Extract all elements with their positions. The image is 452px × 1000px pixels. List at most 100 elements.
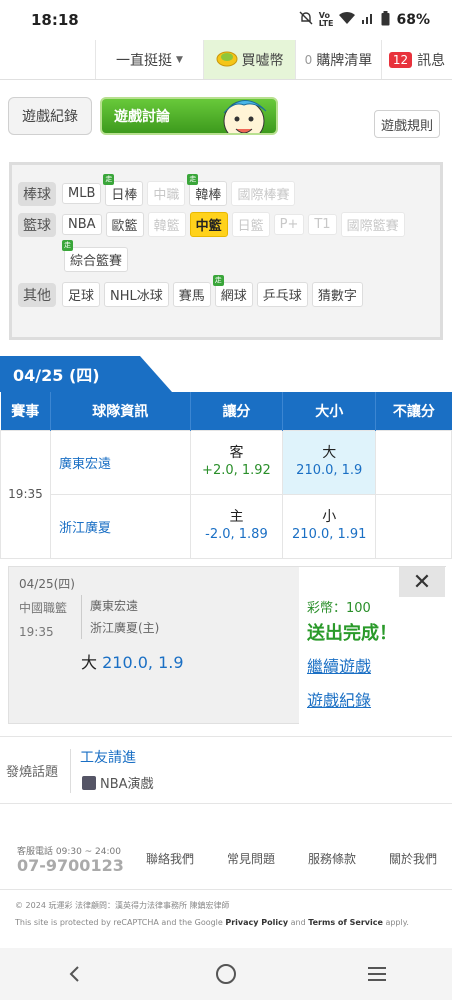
filter-row-baseball: 棒球 MLB 走日棒 中職 走韓棒 國際棒賽 — [18, 174, 434, 206]
privacy-link[interactable]: Privacy Policy — [225, 918, 288, 927]
coin-icon — [216, 49, 238, 71]
table-row: 19:35 廣東宏遠 客 +2.0, 1.92 大 210.0, 1.9 — [0, 429, 452, 559]
recents-icon[interactable] — [357, 954, 397, 994]
coins-label: 彩幣：100 — [307, 601, 371, 616]
walk-badge-icon: 走 — [187, 174, 199, 185]
filter-head-basketball: 籃球 — [18, 212, 56, 237]
walk-badge-icon: 走 — [103, 174, 115, 185]
col-spread: 讓分 — [190, 392, 284, 430]
filter-p-plus[interactable]: P+ — [273, 214, 305, 235]
team-away: 廣東宏遠 — [49, 429, 191, 495]
hot-topic-sub[interactable]: NBA演戲 — [82, 773, 154, 792]
filter-t1[interactable]: T1 — [308, 214, 337, 235]
panel-date: 04/25(四) — [19, 577, 75, 591]
panel-bet: 大 210.0, 1.9 — [81, 653, 184, 672]
battery-icon — [381, 10, 390, 30]
moneyline-home-cell[interactable] — [375, 493, 452, 559]
filter-tennis[interactable]: 走網球 — [212, 275, 253, 307]
footer: 客服電話 09:30 ~ 24:00 07-9700123 聯絡我們 常見問題 … — [0, 838, 452, 890]
panel-teams: 廣東宏遠 浙江廣夏(主) — [81, 595, 159, 639]
service-phone[interactable]: 07-9700123 — [17, 856, 124, 875]
filter-nba[interactable]: NBA — [62, 214, 102, 235]
game-discussion-button[interactable]: 遊戲討論 — [100, 97, 278, 135]
date-tab[interactable]: 04/25 (四) — [0, 356, 172, 392]
volte-icon: Vo LTE — [318, 11, 334, 28]
home-icon[interactable] — [206, 954, 246, 994]
date-bar: 04/25 (四) — [0, 356, 452, 392]
tos-link[interactable]: Terms of Service — [308, 918, 383, 927]
game-toolbar: 遊戲紀錄 遊戲討論 遊戲規則 — [0, 80, 452, 158]
recaptcha-notice: This site is protected by reCAPTCHA and … — [15, 918, 409, 927]
game-rules-button[interactable]: 遊戲規則 — [374, 110, 440, 138]
filter-mlb[interactable]: MLB — [62, 183, 102, 204]
signal-icon — [361, 11, 375, 29]
thumbnail-icon — [82, 775, 96, 790]
filter-kbl[interactable]: 韓籃 — [147, 212, 186, 237]
submit-done-text: 送出完成！ — [307, 623, 397, 644]
continue-game-link[interactable]: 繼續遊戲 — [307, 653, 371, 677]
moneyline-away-cell[interactable] — [375, 429, 452, 495]
top-nav: 一直挺挺 ▼ 買嘘幣 0 購牌清單 12 訊息 — [0, 40, 452, 80]
filter-number-guess[interactable]: 猜數字 — [311, 282, 363, 307]
caret-down-icon: ▼ — [176, 54, 183, 65]
filter-nhl[interactable]: NHL冰球 — [104, 282, 169, 307]
filter-row-other: 其他 足球 NHL冰球 賽馬 走網球 乒乓球 猜數字 — [18, 275, 434, 307]
hot-topics: 發燒話題 工友請進 NBA演戲 — [0, 736, 452, 804]
filter-horse[interactable]: 賽馬 — [172, 282, 211, 307]
filter-intl-baseball[interactable]: 國際棒賽 — [231, 181, 296, 206]
copyright: © 2024 玩運彩 法律顧問：漢英得力法律事務所 陳鎮宏律師 — [15, 901, 230, 910]
mute-icon — [299, 11, 313, 29]
bet-list-button[interactable]: 0 購牌清單 — [296, 40, 382, 79]
team-home: 浙江廣夏 — [49, 493, 191, 559]
about-link[interactable]: 關於我們 — [389, 850, 437, 867]
over-cell[interactable]: 大 210.0, 1.9 — [282, 429, 377, 495]
buy-coins-button[interactable]: 買嘘幣 — [204, 40, 296, 79]
spread-home-cell[interactable]: 主 -2.0, 1.89 — [189, 493, 284, 559]
col-moneyline: 不讓分 — [375, 392, 452, 430]
status-bar: 18:18 Vo LTE 68% — [0, 0, 452, 40]
filter-head-other: 其他 — [18, 282, 56, 307]
faq-link[interactable]: 常見問題 — [227, 850, 275, 867]
battery-level: 68% — [396, 12, 430, 28]
filter-table-tennis[interactable]: 乒乓球 — [256, 282, 308, 307]
hot-topics-label: 發燒話題 — [6, 765, 59, 780]
game-record-link[interactable]: 遊戲紀錄 — [307, 687, 371, 711]
message-count-badge: 12 — [388, 51, 413, 68]
match-time: 19:35 — [0, 429, 51, 559]
filter-npb[interactable]: 走日棒 — [103, 174, 144, 206]
walk-badge-icon: 走 — [62, 240, 73, 251]
filter-euro[interactable]: 歐籃 — [105, 212, 144, 237]
odds-table: 賽事 球隊資訊 讓分 大小 不讓分 19:35 廣東宏遠 客 +2.0, 1.92… — [0, 392, 452, 559]
filter-mixed-basketball[interactable]: 走綜合籃賽 — [62, 240, 129, 272]
contact-link[interactable]: 聯絡我們 — [146, 850, 194, 867]
filter-jbl[interactable]: 日籃 — [231, 212, 270, 237]
filter-head-baseball: 棒球 — [18, 181, 56, 206]
filter-kbo[interactable]: 走韓棒 — [187, 174, 228, 206]
filter-row-basketball: 籃球 NBA 歐籃 韓籃 中籃 日籃 P+ T1 國際籃賽 — [18, 212, 434, 237]
filter-cba[interactable]: 中籃 — [189, 212, 228, 237]
col-over-under: 大小 — [282, 392, 377, 430]
hot-topic-link[interactable]: 工友請進 — [80, 747, 136, 767]
panel-time: 19:35 — [19, 625, 54, 639]
filter-soccer[interactable]: 足球 — [62, 282, 101, 307]
league-filter: 棒球 MLB 走日棒 中職 走韓棒 國際棒賽 籃球 NBA 歐籃 韓籃 中籃 日… — [9, 162, 443, 340]
user-menu[interactable]: 一直挺挺 ▼ — [96, 40, 204, 79]
terms-link[interactable]: 服務條款 — [308, 850, 356, 867]
clock: 18:18 — [31, 11, 79, 29]
game-record-button[interactable]: 遊戲紀錄 — [8, 97, 92, 135]
table-header: 賽事 球隊資訊 讓分 大小 不讓分 — [0, 392, 452, 430]
close-icon[interactable]: ✕ — [399, 567, 445, 597]
walk-badge-icon: 走 — [212, 275, 224, 286]
messages-button[interactable]: 12 訊息 — [382, 40, 452, 79]
mascot-icon — [214, 99, 272, 133]
bet-confirm-panel: 04/25(四) 中國職籃 19:35 廣東宏遠 浙江廣夏(主) 大 210.0… — [8, 566, 447, 725]
panel-league: 中國職籃 — [19, 601, 68, 615]
system-nav-bar — [0, 948, 452, 1000]
spread-away-cell[interactable]: 客 +2.0, 1.92 — [189, 429, 284, 495]
filter-intl-basketball[interactable]: 國際籃賽 — [340, 212, 405, 237]
back-icon[interactable] — [55, 954, 95, 994]
under-cell[interactable]: 小 210.0, 1.91 — [282, 493, 377, 559]
filter-cpbl[interactable]: 中職 — [147, 181, 186, 206]
col-team: 球隊資訊 — [50, 392, 191, 430]
table-row: 浙江廣夏 主 -2.0, 1.89 小 210.0, 1.91 — [1, 493, 452, 559]
